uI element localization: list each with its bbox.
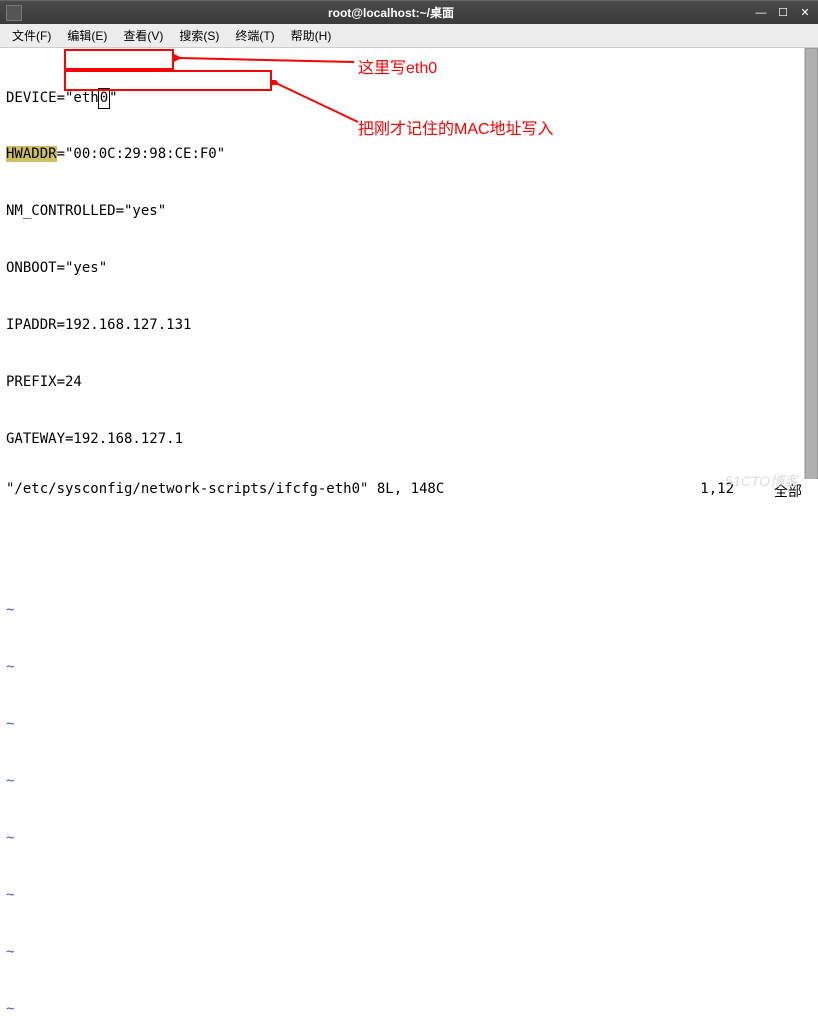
close-button[interactable]: ✕ (798, 6, 812, 20)
config-line-gateway: GATEWAY=192.168.127.1 (6, 430, 812, 449)
config-line-hwaddr: HWADDR="00:0C:29:98:CE:F0" (6, 145, 812, 164)
terminal-editor[interactable]: DEVICE="eth0" HWADDR="00:0C:29:98:CE:F0"… (0, 48, 818, 486)
vim-tilde: ~ (6, 772, 812, 791)
config-line-ipaddr: IPADDR=192.168.127.131 (6, 316, 812, 335)
vim-tilde: ~ (6, 1000, 812, 1019)
vim-tilde: ~ (6, 601, 812, 620)
menu-file[interactable]: 文件(F) (4, 25, 59, 46)
menu-view[interactable]: 查看(V) (115, 25, 171, 46)
config-line-nmcontrolled: NM_CONTROLLED="yes" (6, 202, 812, 221)
vim-tilde: ~ (6, 715, 812, 734)
hwaddr-highlight: HWADDR (6, 146, 57, 162)
config-line-device: DEVICE="eth0" (6, 88, 812, 107)
status-cursor-position: 1,12 (700, 481, 734, 501)
config-line-prefix: PREFIX=24 (6, 373, 812, 392)
status-file-info: "/etc/sysconfig/network-scripts/ifcfg-et… (6, 481, 444, 501)
empty-line (6, 544, 812, 563)
menu-terminal[interactable]: 终端(T) (227, 25, 282, 46)
menu-help[interactable]: 帮助(H) (283, 25, 340, 46)
scrollbar-thumb[interactable] (805, 48, 818, 488)
window-titlebar: root@localhost:~/桌面 — ☐ ✕ (0, 0, 818, 24)
vim-tilde: ~ (6, 943, 812, 962)
vim-tilde: ~ (6, 829, 812, 848)
window-title: root@localhost:~/桌面 (28, 4, 754, 21)
app-icon (6, 5, 22, 21)
status-scroll-percent: 全部 (774, 481, 802, 501)
config-line-onboot: ONBOOT="yes" (6, 259, 812, 278)
window-controls: — ☐ ✕ (754, 6, 812, 20)
vim-tilde: ~ (6, 886, 812, 905)
vim-tilde: ~ (6, 658, 812, 677)
menu-search[interactable]: 搜索(S) (171, 25, 227, 46)
vertical-scrollbar[interactable] (804, 48, 818, 488)
vim-statusbar: "/etc/sysconfig/network-scripts/ifcfg-et… (0, 479, 818, 503)
minimize-button[interactable]: — (754, 6, 768, 20)
menu-edit[interactable]: 编辑(E) (59, 25, 115, 46)
menu-bar: 文件(F) 编辑(E) 查看(V) 搜索(S) 终端(T) 帮助(H) (0, 24, 818, 48)
maximize-button[interactable]: ☐ (776, 6, 790, 20)
